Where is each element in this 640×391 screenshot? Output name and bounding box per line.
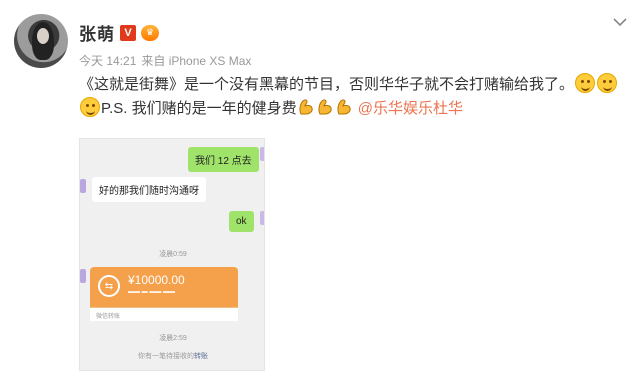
author-name-row: 张萌 V ♛ bbox=[79, 20, 159, 45]
chat-avatar-other bbox=[80, 179, 86, 193]
verified-badge-icon: V bbox=[120, 24, 136, 41]
chat-avatar-self bbox=[260, 147, 264, 161]
chat-bubble-outgoing: 我们 12 点去 bbox=[188, 147, 259, 172]
post-source: 来自 iPhone XS Max bbox=[141, 54, 252, 68]
smile-emoji-icon bbox=[575, 73, 596, 93]
transfer-amount: ¥10000.00 bbox=[128, 273, 185, 287]
post-line-2: P.S. 我们赌的是一年的健身费 bbox=[101, 100, 297, 117]
chat-timestamp: 凌晨0:59 bbox=[159, 251, 187, 258]
transfer-description: ▬▬ ▬ ▬▬ ▬▬ bbox=[128, 289, 176, 295]
chat-bubble-incoming: 好的那我们随时沟通呀 bbox=[92, 177, 206, 202]
muscle-emoji-icon bbox=[299, 99, 313, 115]
chat-avatar-other bbox=[80, 269, 86, 283]
muscle-emoji-icon bbox=[337, 99, 351, 115]
chat-system-note-link: 转账 bbox=[194, 353, 208, 360]
post-body: 《这就是街舞》是一个没有黑幕的节目，否则华华子就不会打赌输给我了。 P.S. 我… bbox=[79, 73, 639, 121]
transfer-arrows-icon: ⇆ bbox=[98, 275, 120, 297]
author-avatar[interactable] bbox=[14, 14, 68, 68]
vip-crown-icon: ♛ bbox=[141, 24, 159, 41]
avatar-face bbox=[37, 28, 49, 44]
chat-system-note: 你有一笔待接收的转账 bbox=[80, 351, 264, 361]
smile-emoji-icon bbox=[80, 97, 100, 117]
mention-link[interactable]: @乐华娱乐杜华 bbox=[358, 100, 463, 117]
smile-emoji-icon bbox=[597, 73, 618, 93]
post-line-1: 《这就是街舞》是一个没有黑幕的节目，否则华华子就不会打赌输给我了。 bbox=[79, 76, 575, 93]
chat-timestamp: 凌晨2:59 bbox=[159, 335, 187, 342]
post-meta: 今天 14:21 来自 iPhone XS Max bbox=[79, 52, 251, 69]
chat-screenshot-image[interactable]: 我们 12 点去 好的那我们随时沟通呀 ok 凌晨0:59 ⇆ ¥10000.0… bbox=[79, 138, 265, 371]
post-time[interactable]: 今天 14:21 bbox=[79, 52, 136, 69]
transfer-card: ⇆ ¥10000.00 ▬▬ ▬ ▬▬ ▬▬ 微信转账 bbox=[90, 267, 238, 321]
chat-system-note-text: 你有一笔待接收的 bbox=[138, 353, 194, 360]
chat-bubble-outgoing: ok bbox=[229, 211, 254, 232]
chevron-down-icon[interactable] bbox=[610, 12, 630, 32]
muscle-emoji-icon bbox=[318, 99, 332, 115]
transfer-footer: 微信转账 bbox=[90, 307, 238, 321]
chat-avatar-self bbox=[260, 211, 264, 225]
author-name[interactable]: 张萌 bbox=[79, 20, 115, 45]
